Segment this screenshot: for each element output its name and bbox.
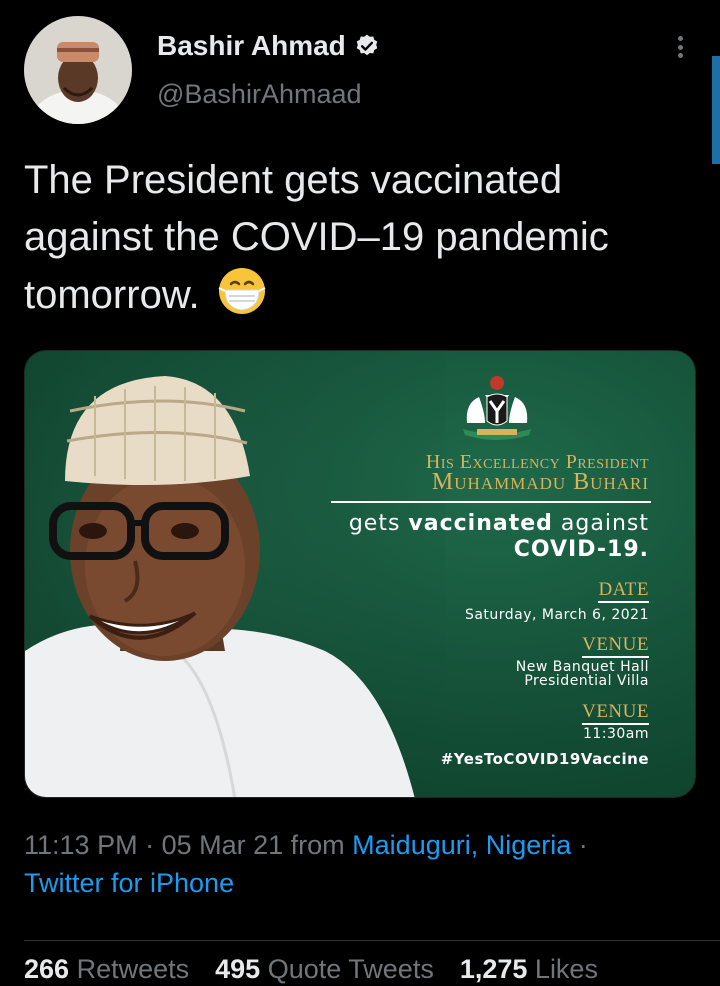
tweet-stats: 266 Retweets 495 Quote Tweets 1,275 Like… xyxy=(24,954,598,985)
date-value: Saturday, March 6, 2021 xyxy=(464,607,649,623)
gets-prefix: gets xyxy=(348,511,409,536)
venue2-label-wrap: VENUE xyxy=(582,701,649,725)
card-title-rule xyxy=(331,501,651,503)
date-label-wrap: DATE xyxy=(598,579,649,603)
author-avatar[interactable] xyxy=(24,16,132,124)
media-image-card[interactable]: His Excellency President Muhammadu Buhar… xyxy=(24,350,696,798)
avatar-image xyxy=(24,16,132,124)
gets-bold: vaccinated xyxy=(408,511,553,536)
retweets-label: Retweets xyxy=(76,954,190,984)
tweet-meta: 11:13 PM · 05 Mar 21 from Maiduguri, Nig… xyxy=(24,826,704,902)
coat-of-arms-icon xyxy=(463,376,531,440)
divider xyxy=(24,940,720,941)
quotes-label: Quote Tweets xyxy=(267,954,434,984)
retweets-stat[interactable]: 266 Retweets xyxy=(24,954,189,985)
gets-suffix: against xyxy=(552,511,649,536)
tweet-text: The President gets vaccinated against th… xyxy=(24,152,694,324)
venue2-label: VENUE xyxy=(582,701,649,725)
quotes-count: 495 xyxy=(215,954,261,984)
tweet-text-body: The President gets vaccinated against th… xyxy=(24,158,609,317)
more-options-icon[interactable] xyxy=(668,32,692,62)
meta-from: from xyxy=(283,830,353,860)
tweet-date[interactable]: 05 Mar 21 xyxy=(162,830,284,860)
quote-tweets-stat[interactable]: 495 Quote Tweets xyxy=(215,954,434,985)
tweet-time[interactable]: 11:13 PM xyxy=(24,830,138,860)
tweet-location-link[interactable]: Maiduguri, Nigeria xyxy=(352,830,571,860)
meta-separator: · xyxy=(137,830,162,860)
card-covid-line: COVID-19. xyxy=(513,537,649,562)
meta-separator-2: · xyxy=(571,830,588,860)
scrollbar[interactable] xyxy=(712,56,720,164)
likes-stat[interactable]: 1,275 Likes xyxy=(460,954,598,985)
tweet-source-link[interactable]: Twitter for iPhone xyxy=(24,868,234,898)
verified-badge-icon xyxy=(356,34,378,56)
retweets-count: 266 xyxy=(24,954,70,984)
card-title-line2: Muhammadu Buhari xyxy=(431,469,649,495)
likes-count: 1,275 xyxy=(459,954,528,984)
time-value: 11:30am xyxy=(582,726,649,742)
venue-line2: Presidential Villa xyxy=(524,673,649,689)
venue-label-wrap: VENUE xyxy=(582,634,649,658)
author-name[interactable]: Bashir Ahmad xyxy=(157,30,380,62)
tweet-detail-page: Bashir Ahmad @BashirAhmaad The President… xyxy=(0,0,720,986)
author-name-text: Bashir Ahmad xyxy=(157,30,346,61)
president-portrait-image xyxy=(25,351,445,797)
likes-label: Likes xyxy=(534,954,598,984)
card-hashtag: #YesToCOVID19Vaccine xyxy=(440,750,649,768)
venue-label: VENUE xyxy=(582,634,649,658)
author-handle[interactable]: @BashirAhmaad xyxy=(157,79,362,110)
card-gets-line: gets vaccinated against xyxy=(349,511,649,536)
date-label: DATE xyxy=(598,579,649,603)
face-with-medical-mask-icon xyxy=(218,268,266,314)
